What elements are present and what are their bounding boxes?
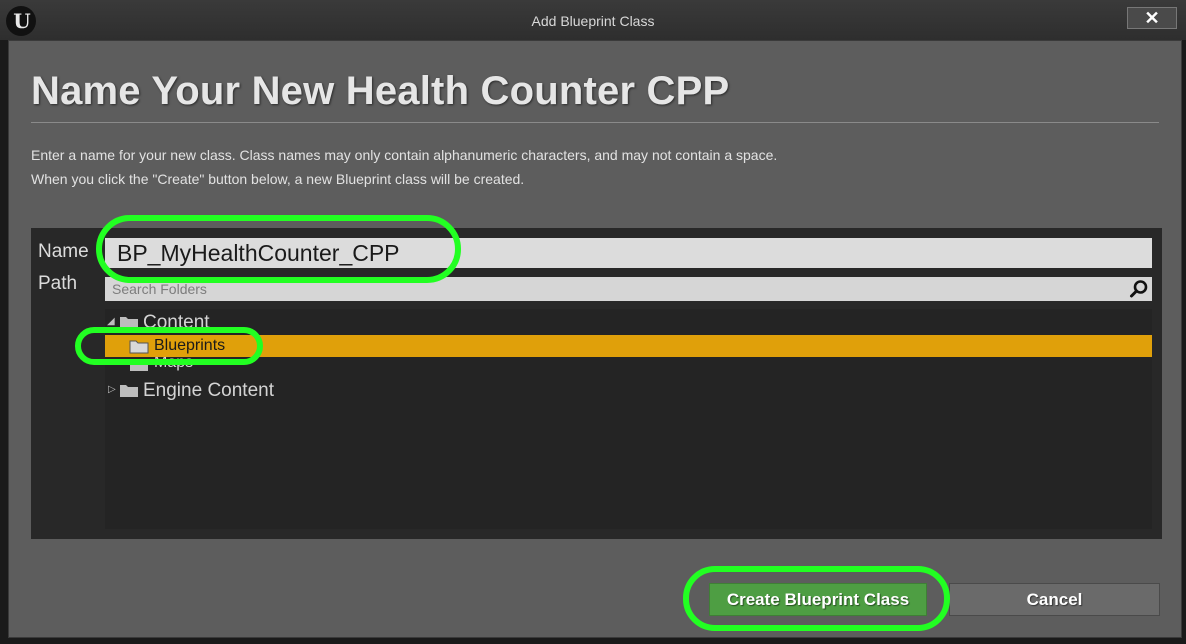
- tree-item-maps[interactable]: Maps: [105, 357, 1152, 373]
- tree-item-label: Maps: [154, 357, 194, 371]
- dialog-heading: Name Your New Health Counter CPP: [31, 69, 730, 113]
- tree-item-label: Engine Content: [143, 380, 274, 401]
- path-label: Path: [38, 273, 78, 294]
- folder-icon: [129, 340, 149, 354]
- tree-item-label: Blueprints: [154, 337, 226, 354]
- cancel-button[interactable]: Cancel: [949, 583, 1160, 616]
- title-bar[interactable]: U Add Blueprint Class ✕: [0, 0, 1186, 40]
- add-blueprint-class-window: U Add Blueprint Class ✕ Name Your New He…: [0, 0, 1186, 644]
- heading-divider: [31, 122, 1159, 123]
- folder-tree: ◢ Content Blueprints Maps ▷ Engine Conte…: [105, 309, 1152, 529]
- tree-item-engine-content[interactable]: ▷ Engine Content: [105, 379, 1152, 401]
- tree-item-blueprints[interactable]: Blueprints: [105, 335, 1152, 357]
- search-icon[interactable]: [1129, 279, 1149, 299]
- window-title: Add Blueprint Class: [531, 13, 655, 29]
- tree-item-label: Content: [143, 312, 210, 333]
- dialog-panel: Name Your New Health Counter CPP Enter a…: [8, 40, 1182, 638]
- collapse-arrow-icon[interactable]: ◢: [107, 316, 115, 327]
- description-line-2: When you click the "Create" button below…: [31, 171, 525, 187]
- search-folders-box: [105, 277, 1152, 301]
- search-folders-input[interactable]: [105, 277, 1125, 301]
- tree-item-content[interactable]: ◢ Content: [105, 311, 1152, 333]
- folder-icon: [130, 359, 148, 371]
- folder-icon: [120, 317, 138, 329]
- class-name-input[interactable]: [105, 238, 1152, 268]
- create-blueprint-class-button[interactable]: Create Blueprint Class: [709, 583, 927, 616]
- name-label: Name: [38, 241, 89, 262]
- expand-arrow-icon[interactable]: ▷: [108, 384, 116, 395]
- folder-icon: [120, 385, 138, 397]
- class-options-area: Name Path ◢ Content: [31, 228, 1162, 539]
- close-button[interactable]: ✕: [1127, 7, 1177, 29]
- description-line-1: Enter a name for your new class. Class n…: [31, 147, 778, 163]
